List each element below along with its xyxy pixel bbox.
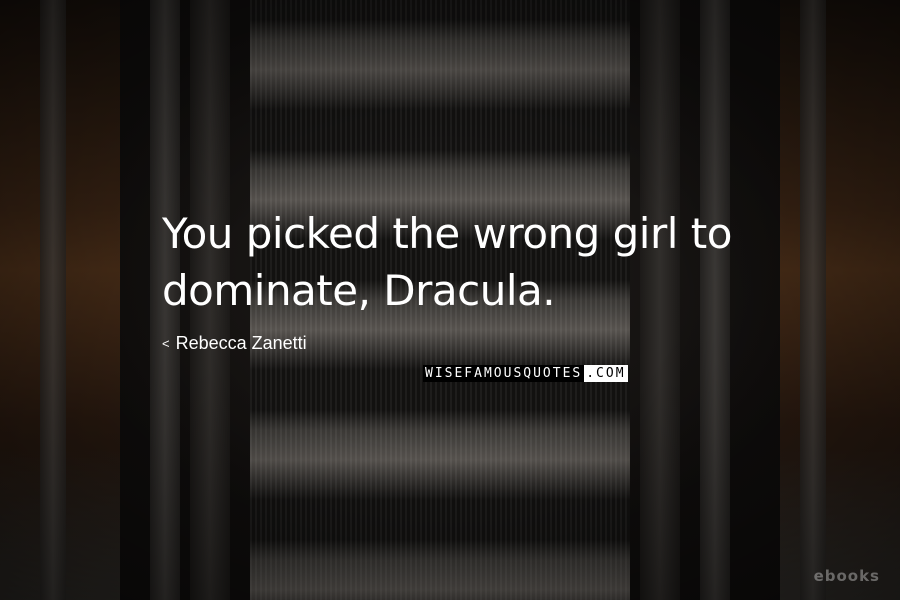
- author-name: Rebecca Zanetti: [175, 333, 307, 353]
- quote-line-1: You picked the wrong girl to: [162, 209, 732, 258]
- brand-name: WISEFAMOUSQUOTES: [423, 364, 585, 382]
- background-image: You picked the wrong girl to dominate, D…: [0, 0, 900, 600]
- quote-line-2: dominate, Dracula.: [162, 266, 556, 315]
- quote-text: You picked the wrong girl to dominate, D…: [162, 205, 802, 319]
- left-caret-icon: <: [162, 336, 170, 351]
- corner-watermark-logo: ebooks: [813, 567, 880, 585]
- brand-watermark: WISEFAMOUSQUOTES .COM: [419, 364, 632, 382]
- author-attribution: < Rebecca Zanetti: [162, 333, 307, 354]
- brand-domain: .COM: [584, 364, 628, 382]
